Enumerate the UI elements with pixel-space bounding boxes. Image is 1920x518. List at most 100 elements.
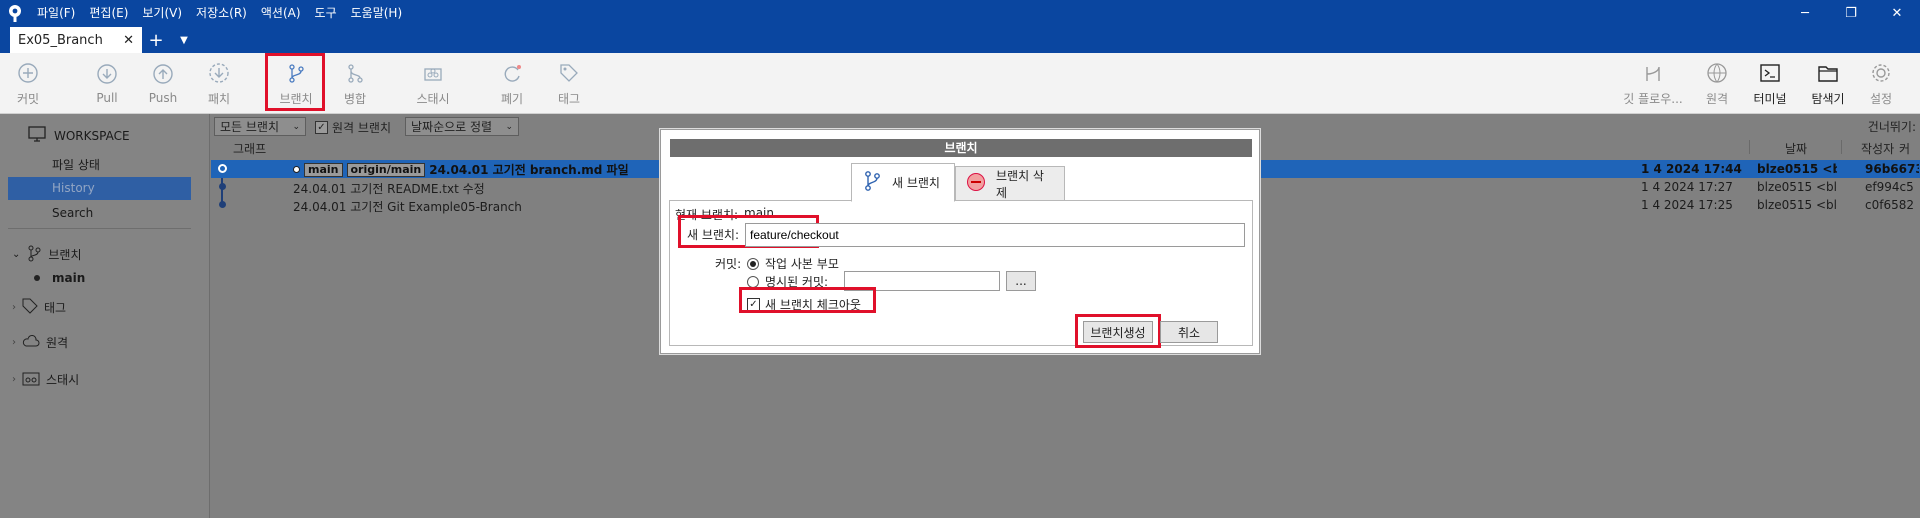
remote-button[interactable]: 원격 xyxy=(1702,53,1732,113)
sidebar-group-stashes[interactable]: › 스태시 xyxy=(12,370,79,389)
stash-button[interactable]: 스태시 xyxy=(414,53,452,113)
discard-icon xyxy=(499,60,525,86)
commit-date: 1 4 2024 17:44 xyxy=(1641,162,1742,176)
pull-button[interactable]: Pull xyxy=(92,53,122,113)
explorer-label: 탐색기 xyxy=(1811,91,1845,106)
fetch-button[interactable]: 패치 xyxy=(204,53,234,113)
sidebar-item-branch-main[interactable]: main xyxy=(34,271,85,285)
menu-actions[interactable]: 액션(A) xyxy=(254,0,308,26)
column-commit[interactable]: 커밋 xyxy=(1899,140,1920,156)
workspace-label: WORKSPACE xyxy=(54,128,130,143)
gitflow-button[interactable]: 깃 플로우... xyxy=(1620,53,1686,113)
sidebar-group-remotes[interactable]: › 원격 xyxy=(12,334,68,351)
sidebar-item-file-status[interactable]: 파일 상태 xyxy=(52,156,100,173)
sort-select[interactable]: 날짜순으로 정렬 ⌄ xyxy=(405,117,519,136)
remote-branches-toggle[interactable]: ✓ 원격 브랜치 xyxy=(315,119,391,136)
settings-button[interactable]: 설정 xyxy=(1866,53,1896,113)
tab-new-branch[interactable]: 새 브랜치 xyxy=(851,163,955,202)
commit-hash: c0f6582 xyxy=(1865,198,1914,212)
radio-working-copy-parent[interactable]: 작업 사본 부모 xyxy=(747,255,839,272)
menu-view[interactable]: 보기(V) xyxy=(135,0,189,26)
close-window-icon[interactable]: ✕ xyxy=(1874,0,1920,26)
merge-label: 병합 xyxy=(343,91,367,106)
branch-icon xyxy=(862,170,882,195)
tab-repository[interactable]: Ex05_Branch ✕ xyxy=(10,27,142,53)
sidebar-item-history[interactable]: History xyxy=(8,177,191,200)
commit-author: blze0515 <blze05 xyxy=(1757,180,1837,194)
menu-help[interactable]: 도움말(H) xyxy=(344,0,410,26)
commit-hash: ef994c5 xyxy=(1865,180,1914,194)
dialog-title: 브랜치 xyxy=(670,139,1252,157)
branches-label: 브랜치 xyxy=(48,248,82,262)
checkout-highlight xyxy=(739,287,876,313)
minimize-icon[interactable]: ─ xyxy=(1782,0,1828,26)
gitflow-icon xyxy=(1640,60,1666,86)
sidebar-item-search[interactable]: Search xyxy=(52,206,93,220)
tab-bar: Ex05_Branch ✕ + ▼ xyxy=(0,26,1920,53)
tab-new-branch-label: 새 브랜치 xyxy=(892,176,940,190)
menu-tools[interactable]: 도구 xyxy=(308,0,344,26)
chevron-down-icon[interactable]: ▼ xyxy=(170,27,198,53)
remote-label: 원격 xyxy=(1705,91,1729,106)
menu-file[interactable]: 파일(F) xyxy=(30,0,82,26)
commit-node-icon xyxy=(219,183,226,190)
folder-icon xyxy=(1815,60,1841,86)
commit-button[interactable]: 커밋 xyxy=(10,53,46,113)
commit-author: blze0515 <blze05 xyxy=(1757,198,1837,212)
branch-badge-main: main xyxy=(304,162,343,177)
chevron-right-icon: › xyxy=(12,374,16,385)
column-date[interactable]: 날짜 xyxy=(1785,140,1807,156)
stash-icon xyxy=(22,370,40,389)
sidebar-group-tags[interactable]: › 태그 xyxy=(12,298,66,317)
terminal-button[interactable]: 터미널 xyxy=(1750,53,1790,113)
branch-filter-select[interactable]: 모든 브랜치 ⌄ xyxy=(214,117,306,136)
commit-message-cell: main origin/main 24.04.01 고기전 branch.md … xyxy=(293,161,629,178)
column-graph[interactable]: 그래프 xyxy=(233,140,266,156)
tab-delete-branch-label: 브랜치 삭제 xyxy=(996,168,1044,200)
jump-to-label: 건너뛰기: xyxy=(1867,120,1916,134)
sourcetree-logo-icon xyxy=(0,0,30,26)
radio-unselected-icon[interactable] xyxy=(747,275,759,288)
new-branch-form: 현재 브랜치: main 새 브랜치: 커밋: 작업 사본 부모 명시된 커밋:… xyxy=(669,200,1253,348)
push-button[interactable]: Push xyxy=(146,53,180,113)
merge-button[interactable]: 병합 xyxy=(340,53,370,113)
current-branch-dot-icon xyxy=(34,275,40,281)
title-bar: 파일(F) 편집(E) 보기(V) 저장소(R) 액션(A) 도구 도움말(H)… xyxy=(0,0,1920,26)
gitflow-label: 깃 플로우... xyxy=(1623,91,1683,106)
new-branch-name-input[interactable] xyxy=(745,223,1245,247)
create-branch-highlight xyxy=(1075,314,1161,348)
head-marker-icon xyxy=(293,166,300,173)
chevron-right-icon: › xyxy=(12,302,16,313)
menu-repository[interactable]: 저장소(R) xyxy=(189,0,254,26)
close-tab-icon[interactable]: ✕ xyxy=(123,33,134,48)
terminal-icon xyxy=(1757,60,1783,86)
globe-icon xyxy=(1704,60,1730,86)
explorer-button[interactable]: 탐색기 xyxy=(1808,53,1848,113)
discard-label: 폐기 xyxy=(500,91,524,106)
cancel-button[interactable]: 취소 xyxy=(1160,321,1218,343)
sidebar-group-branches[interactable]: ⌄ 브랜치 xyxy=(12,244,82,265)
radio-selected-icon[interactable] xyxy=(747,257,759,270)
chevron-right-icon: › xyxy=(12,337,16,348)
column-divider xyxy=(1749,140,1750,154)
checkbox-checked-icon[interactable]: ✓ xyxy=(315,121,328,134)
commit-source-label: 커밋: xyxy=(715,257,742,271)
add-tab-icon[interactable]: + xyxy=(142,27,170,53)
fetch-label: 패치 xyxy=(207,91,231,106)
column-author[interactable]: 작성자 xyxy=(1861,140,1894,156)
pull-label: Pull xyxy=(96,91,118,105)
discard-button[interactable]: 폐기 xyxy=(497,53,527,113)
remote-branches-label: 원격 브랜치 xyxy=(332,121,392,135)
menu-edit[interactable]: 편집(E) xyxy=(82,0,135,26)
commit-node-icon xyxy=(218,164,227,173)
restore-icon[interactable]: ❐ xyxy=(1828,0,1874,26)
branch-icon xyxy=(26,244,42,265)
workspace-header: WORKSPACE xyxy=(28,126,130,145)
tab-delete-branch[interactable]: 브랜치 삭제 xyxy=(955,166,1065,201)
commit-node-icon xyxy=(219,201,226,208)
browse-commit-button[interactable]: ... xyxy=(1006,271,1036,291)
tag-button[interactable]: 태그 xyxy=(554,53,584,113)
commit-author: blze0515 <blze0 xyxy=(1757,162,1837,176)
tag-icon xyxy=(22,298,38,317)
chevron-down-icon: ⌄ xyxy=(292,121,300,132)
